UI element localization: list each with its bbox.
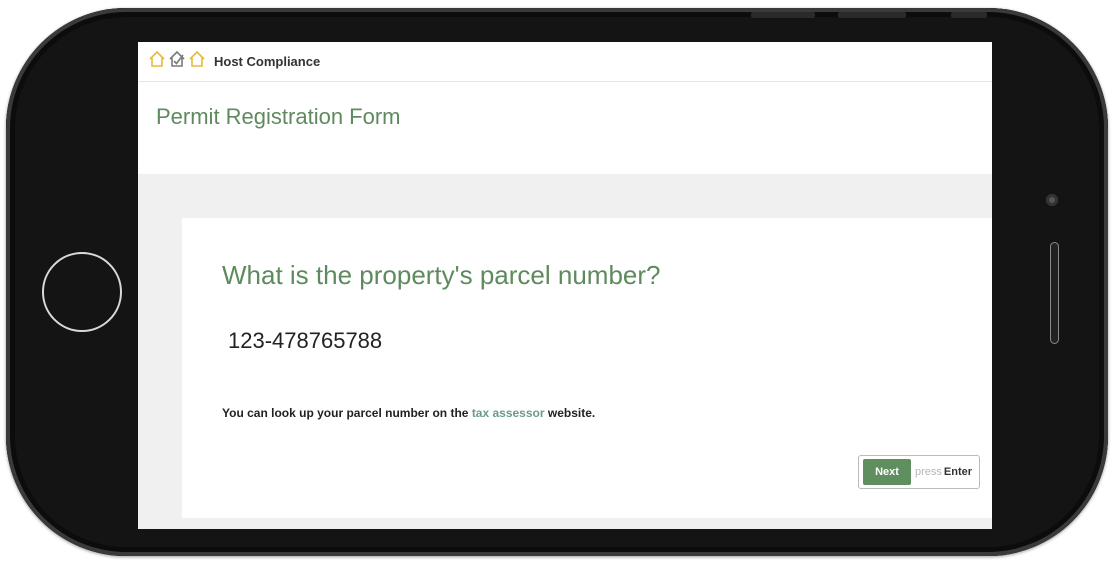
press-hint: press <box>915 466 942 478</box>
question-card: What is the property's parcel number? Yo… <box>182 218 992 518</box>
house-check-icon <box>168 50 186 73</box>
question-text: What is the property's parcel number? <box>222 260 661 290</box>
next-control: Next press Enter <box>858 455 980 489</box>
volume-down-button <box>838 12 906 18</box>
help-text: You can look up your parcel number on th… <box>222 406 595 420</box>
speaker-grille <box>1050 242 1059 344</box>
screen: Host Compliance Permit Registration Form… <box>138 42 992 529</box>
house-outline-icon <box>148 50 166 73</box>
volume-up-button <box>751 12 815 18</box>
enter-hint: Enter <box>943 466 973 478</box>
title-bar: Permit Registration Form <box>138 82 992 174</box>
brand-logo[interactable] <box>148 50 206 73</box>
camera-icon <box>1046 194 1058 206</box>
next-button[interactable]: Next <box>863 459 911 485</box>
home-button[interactable] <box>42 252 122 332</box>
power-button <box>951 12 987 18</box>
help-suffix: website. <box>544 406 596 420</box>
house-outline-icon <box>188 50 206 73</box>
parcel-number-input[interactable] <box>228 328 628 354</box>
top-bar: Host Compliance <box>138 42 992 82</box>
tax-assessor-link[interactable]: tax assessor <box>472 406 545 420</box>
brand-name: Host Compliance <box>214 54 321 69</box>
help-prefix: You can look up your parcel number on th… <box>222 406 472 420</box>
page-title: Permit Registration Form <box>156 104 401 129</box>
